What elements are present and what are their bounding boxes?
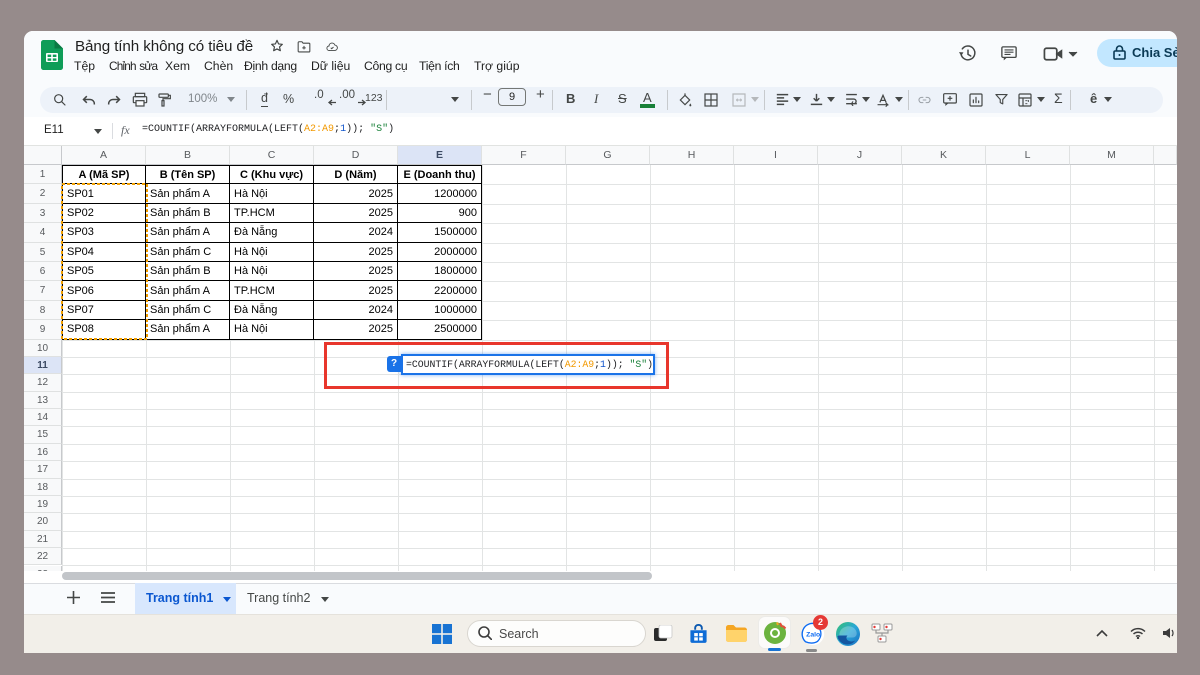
- svg-text:Zalo: Zalo: [806, 632, 820, 639]
